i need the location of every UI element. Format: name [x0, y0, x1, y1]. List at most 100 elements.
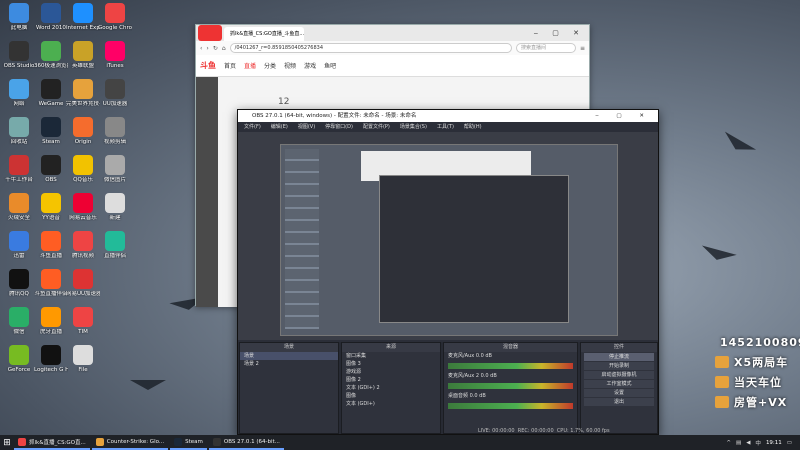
desktop-icon-label: 网易UU加速器	[66, 291, 100, 297]
desktop-icon-label: QQ音乐	[73, 177, 93, 183]
windows-start-icon[interactable]: ⊞	[0, 435, 14, 450]
network-icon[interactable]: ▤	[736, 440, 741, 446]
obs-window[interactable]: OBS 27.0.1 (64-bit, windows) - 配置文件: 未命名…	[237, 109, 659, 435]
site-logo[interactable]: 斗鱼	[200, 60, 216, 71]
volume-meter[interactable]	[448, 403, 573, 409]
source-item[interactable]: 图像	[342, 392, 440, 400]
notification-icon[interactable]: ▭	[787, 440, 792, 446]
menu-item[interactable]: 编辑(E)	[271, 122, 288, 132]
tray-expand-icon[interactable]: ^	[726, 440, 731, 446]
desktop-icon[interactable]: YY语音	[34, 193, 68, 221]
desktop-icon[interactable]: 直播伴侣	[98, 231, 132, 259]
desktop-icon[interactable]: 腾讯视频	[66, 231, 100, 259]
studio-mode-button[interactable]: 工作室模式	[584, 380, 654, 388]
desktop-icon[interactable]: 微信	[2, 307, 36, 335]
settings-button[interactable]: 设置	[584, 389, 654, 397]
app-icon	[73, 193, 93, 213]
desktop-icon[interactable]: 迅雷	[2, 231, 36, 259]
desktop-icon[interactable]: TIM	[66, 307, 100, 335]
nav-item[interactable]: 视频	[284, 61, 296, 70]
nav-item[interactable]: 游戏	[304, 61, 316, 70]
taskbar-item[interactable]: 抓lk&直播_CS:GO直...	[14, 435, 90, 450]
nav-item[interactable]: 鱼吧	[324, 61, 336, 70]
desktop-icon[interactable]: Word 2010	[34, 3, 68, 31]
desktop-icon[interactable]: WeGame	[34, 79, 68, 107]
source-item[interactable]: 图像 3	[342, 360, 440, 368]
taskbar-item[interactable]: Counter-Strike: Glo...	[91, 435, 169, 450]
browser-search-field[interactable]: 搜索直播间	[515, 43, 576, 53]
menu-item[interactable]: 视图(V)	[298, 122, 315, 132]
source-item[interactable]: 文本 (GDI+)	[342, 400, 440, 408]
volume-meter[interactable]	[448, 383, 573, 389]
forward-icon[interactable]: ›	[206, 45, 208, 52]
menu-item[interactable]: 停靠窗口(D)	[325, 122, 353, 132]
browser-tab[interactable]: 抓lk&直播_CS:GO直播_斗鱼直...	[224, 27, 304, 41]
scene-item[interactable]: 场景 2	[240, 360, 338, 368]
desktop-icon[interactable]: OBS Studio	[2, 41, 36, 69]
desktop-icon[interactable]: 斗鱼直播	[34, 231, 68, 259]
desktop-icon-label: 迅雷	[13, 253, 25, 259]
source-item[interactable]: 图像 2	[342, 376, 440, 384]
menu-item[interactable]: 帮助(H)	[464, 122, 482, 132]
refresh-icon[interactable]: ↻	[213, 45, 218, 52]
home-icon[interactable]: ⌂	[222, 45, 226, 52]
source-item[interactable]: 游戏源	[342, 368, 440, 376]
nav-item-active[interactable]: 直播	[244, 61, 256, 70]
nav-item[interactable]: 分类	[264, 61, 276, 70]
menu-item[interactable]: 文件(F)	[244, 122, 261, 132]
stop-streaming-button[interactable]: 停止推流	[584, 353, 654, 361]
clock[interactable]: 19:11	[766, 440, 782, 446]
desktop-icon-label: 新建	[109, 215, 121, 221]
desktop-icon[interactable]: 英雄联盟	[66, 41, 100, 69]
desktop-icon[interactable]: GeForce	[2, 345, 36, 373]
desktop-icon[interactable]: Steam	[34, 117, 68, 145]
browser-window-controls[interactable]: ‒ ▢ ✕	[534, 29, 589, 37]
desktop-icon[interactable]: 此电脑	[2, 3, 36, 31]
app-icon	[9, 307, 29, 327]
app-icon	[9, 231, 29, 251]
desktop-icon[interactable]: 完美世界竞技平台	[66, 79, 100, 107]
desktop-icon[interactable]: 网络	[2, 79, 36, 107]
ime-indicator[interactable]: 中	[755, 439, 761, 447]
back-icon[interactable]: ‹	[200, 45, 202, 52]
desktop-icon[interactable]: 千牛工作台	[2, 155, 36, 183]
desktop-icon[interactable]: 微信图片	[98, 155, 132, 183]
source-item[interactable]: 窗口采集	[342, 352, 440, 360]
obs-window-controls[interactable]: ‒ ▢ ✕	[595, 110, 652, 122]
menu-item[interactable]: 场景集合(S)	[400, 122, 427, 132]
desktop-icon[interactable]: 虎牙直播	[34, 307, 68, 335]
menu-item[interactable]: 工具(T)	[437, 122, 454, 132]
desktop-icon[interactable]: UU加速器	[98, 79, 132, 107]
volume-meter[interactable]	[448, 363, 573, 369]
source-item[interactable]: 文本 (GDI+) 2	[342, 384, 440, 392]
desktop-icon[interactable]: File	[66, 345, 100, 373]
start-recording-button[interactable]: 开始录制	[584, 362, 654, 370]
desktop-icon[interactable]: iTunes	[98, 41, 132, 69]
desktop-icon[interactable]: 回收站	[2, 117, 36, 145]
desktop-icon[interactable]: 新建	[98, 193, 132, 221]
obs-preview[interactable]	[238, 132, 658, 340]
volume-icon[interactable]: ◀	[746, 440, 750, 446]
scene-item[interactable]: 场景	[240, 352, 338, 360]
exit-button[interactable]: 退出	[584, 398, 654, 406]
menu-icon[interactable]: ≡	[580, 45, 585, 52]
desktop-icon[interactable]: Google Chrome	[98, 3, 132, 31]
desktop-icon[interactable]: Logitech G HUB	[34, 345, 68, 373]
taskbar-item[interactable]: OBS 27.0.1 (64-bit...	[208, 435, 284, 450]
menu-item[interactable]: 配置文件(P)	[363, 122, 390, 132]
desktop-icon[interactable]: 网易UU加速器	[66, 269, 100, 297]
desktop-icon[interactable]: OBS	[34, 155, 68, 183]
taskbar-item[interactable]: Steam	[170, 435, 207, 450]
desktop-icon[interactable]: QQ音乐	[66, 155, 100, 183]
desktop-icon[interactable]: Internet Explorer	[66, 3, 100, 31]
desktop-icon[interactable]: Origin	[66, 117, 100, 145]
desktop-icon[interactable]: 火绒安全	[2, 193, 36, 221]
desktop-icon[interactable]: 腾讯QQ	[2, 269, 36, 297]
desktop-icon[interactable]: 360极速浏览器	[34, 41, 68, 69]
desktop-icon[interactable]: 网易云音乐	[66, 193, 100, 221]
desktop-icon[interactable]: 视频剪辑	[98, 117, 132, 145]
url-field[interactable]: /0401267_r=0.8591850405276834	[229, 43, 512, 53]
virtual-camera-button[interactable]: 启动虚拟摄像机	[584, 371, 654, 379]
desktop-icon[interactable]: 斗鱼直播伴侣	[34, 269, 68, 297]
nav-item[interactable]: 首页	[224, 61, 236, 70]
